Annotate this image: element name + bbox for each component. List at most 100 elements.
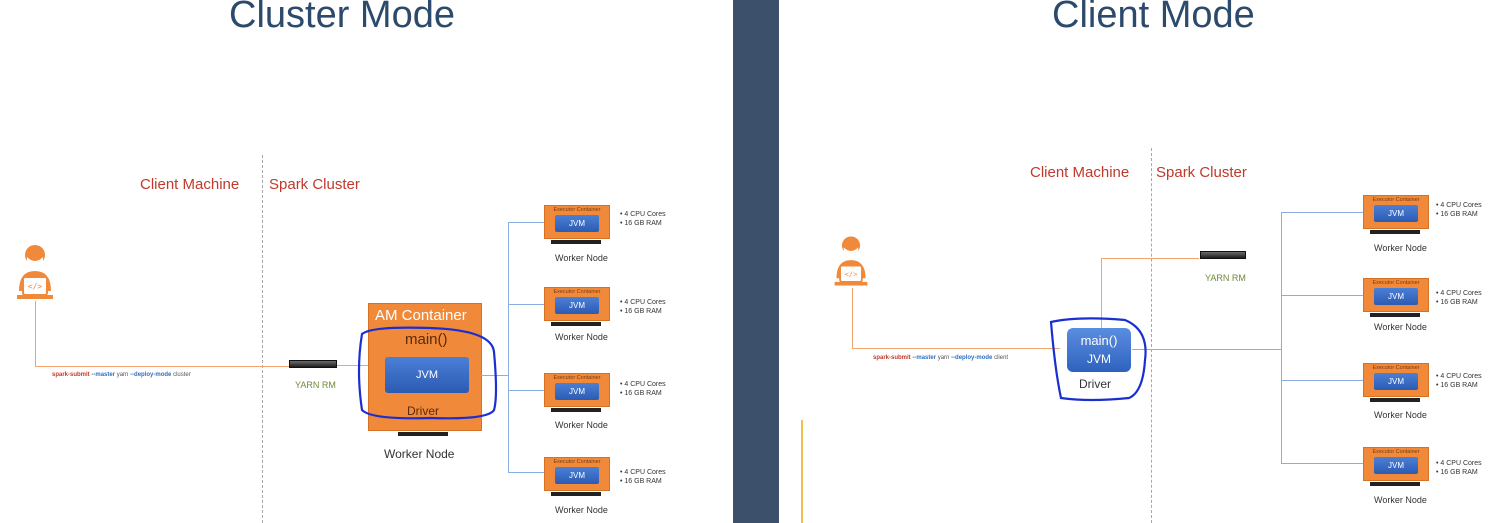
driver-to-executors-line [481,375,509,376]
spark-submit-command: spark-submit --master yarn --deploy-mode… [52,372,191,378]
cpu-spec: • 4 CPU Cores [1436,373,1482,380]
cmd-deploy-mode-value: client [994,355,1009,361]
spark-cluster-label: Spark Cluster [1156,164,1247,181]
am-worker-node-server-icon [398,432,448,436]
am-driver-label: Driver [407,404,439,418]
executor-specs: • 4 CPU Cores • 16 GB RAM [1436,372,1482,390]
executor-jvm-box: JVM [555,215,599,232]
ram-spec: • 16 GB RAM [620,308,662,315]
executor-container-label: Executor Container [1372,365,1420,371]
executor-jvm-box: JVM [555,467,599,484]
am-worker-node-label: Worker Node [384,447,455,461]
executor-container: Executor Container JVM [544,457,610,491]
worker-node-server-icon [551,408,601,412]
executor-jvm-box: JVM [1374,457,1418,474]
executor-branch-2 [1281,295,1363,296]
spark-submit-command: spark-submit --master yarn --deploy-mode… [873,355,1008,361]
executor-jvm-box: JVM [1374,288,1418,305]
executor-branch-4 [508,472,544,473]
client-mode-title: Client Mode [1052,0,1255,36]
panel-divider [733,0,779,523]
worker-node-server-icon [551,322,601,326]
worker-node-server-icon [1370,482,1420,486]
executor-specs: • 4 CPU Cores • 16 GB RAM [1436,289,1482,307]
executor-jvm-box: JVM [555,383,599,400]
submit-line-horizontal [852,348,1060,349]
executor-container: Executor Container JVM [544,205,610,239]
worker-node-label: Worker Node [555,332,608,342]
executor-specs: • 4 CPU Cores • 16 GB RAM [1436,201,1482,219]
ram-spec: • 16 GB RAM [620,478,662,485]
driver-jvm-box: main() JVM [1067,328,1131,372]
ram-spec: • 16 GB RAM [1436,299,1478,306]
cpu-spec: • 4 CPU Cores [1436,460,1482,467]
executor-bus-line [508,222,509,472]
cmd-master-value: yarn [937,355,950,361]
executor-specs: • 4 CPU Cores • 16 GB RAM [620,468,666,486]
executor-container: Executor Container JVM [1363,363,1429,397]
executor-container-label: Executor Container [553,207,601,213]
worker-node-label: Worker Node [1374,243,1427,253]
executor-container-label: Executor Container [1372,197,1420,203]
cmd-spark-submit: spark-submit [873,355,911,361]
executor-specs: • 4 CPU Cores • 16 GB RAM [620,298,666,316]
zone-divider-line [262,155,263,523]
executor-container: Executor Container JVM [1363,447,1429,481]
driver-to-rm-line-horizontal [1101,258,1199,259]
rm-to-am-line [337,365,369,366]
cmd-master-flag: --master [91,372,116,378]
ram-spec: • 16 GB RAM [1436,469,1478,476]
yarn-rm-server-icon [289,360,337,368]
spark-cluster-label: Spark Cluster [269,176,360,193]
executor-jvm-box: JVM [1374,373,1418,390]
cmd-spark-submit: spark-submit [52,372,90,378]
worker-node-server-icon [1370,313,1420,317]
cmd-deploy-mode-flag: --deploy-mode [130,372,172,378]
client-machine-label: Client Machine [140,176,240,193]
worker-node-server-icon [551,240,601,244]
executor-container: Executor Container JVM [544,287,610,321]
submit-line-vertical [35,301,36,367]
executor-jvm-box: JVM [1374,205,1418,222]
ram-spec: • 16 GB RAM [1436,382,1478,389]
svg-text:</>: </> [28,282,43,291]
executor-container: Executor Container JVM [544,373,610,407]
cpu-spec: • 4 CPU Cores [1436,290,1482,297]
submit-line-vertical [852,288,853,349]
executor-specs: • 4 CPU Cores • 16 GB RAM [1436,459,1482,477]
worker-node-server-icon [551,492,601,496]
yarn-rm-server-icon [1200,251,1246,259]
executor-specs: • 4 CPU Cores • 16 GB RAM [620,380,666,398]
svg-text:</>: </> [844,269,858,278]
client-mode-panel: Client Mode Client Machine Spark Cluster… [779,0,1501,523]
worker-node-server-icon [1370,230,1420,234]
executor-container: Executor Container JVM [1363,278,1429,312]
cluster-mode-title: Cluster Mode [229,0,455,36]
hand-drawn-highlight-cluster [357,326,498,420]
worker-node-label: Worker Node [555,420,608,430]
executor-container-label: Executor Container [1372,280,1420,286]
executor-branch-4 [1281,463,1363,464]
worker-node-label: Worker Node [1374,410,1427,420]
executor-branch-1 [508,222,544,223]
cpu-spec: • 4 CPU Cores [620,211,666,218]
driver-to-rm-line-vertical [1101,258,1102,328]
worker-node-label: Worker Node [555,253,608,263]
executor-container-label: Executor Container [553,375,601,381]
executor-specs: • 4 CPU Cores • 16 GB RAM [620,210,666,228]
executor-container: Executor Container JVM [1363,195,1429,229]
hand-drawn-highlight-client [1049,317,1147,402]
executor-branch-3 [508,390,544,391]
executor-container-label: Executor Container [1372,449,1420,455]
worker-node-server-icon [1370,398,1420,402]
executor-branch-3 [1281,380,1363,381]
driver-to-executors-line [1132,349,1282,350]
am-main-label: main() [405,331,448,348]
yarn-rm-label: YARN RM [1205,273,1246,283]
driver-main-label: main() [1080,333,1118,348]
executor-bus-line [1281,212,1282,464]
executor-jvm-box: JVM [555,297,599,314]
worker-node-label: Worker Node [555,505,608,515]
cmd-master-value: yarn [116,372,129,378]
driver-label: Driver [1079,377,1111,391]
